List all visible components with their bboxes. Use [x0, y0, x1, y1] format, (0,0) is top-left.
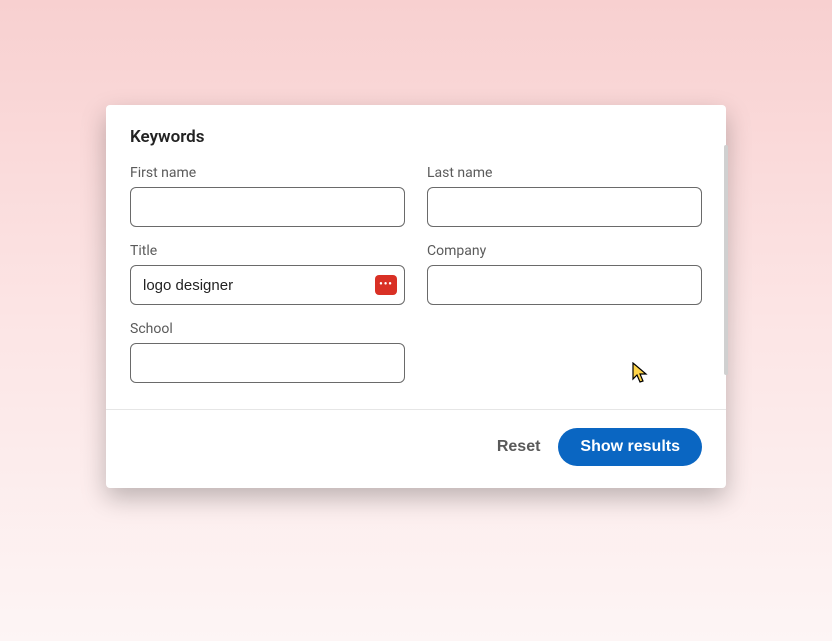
show-results-button[interactable]: Show results: [558, 428, 702, 466]
first-name-field: First name: [130, 165, 405, 227]
company-field: Company: [427, 243, 702, 305]
last-name-input[interactable]: [427, 187, 702, 227]
title-label: Title: [130, 243, 405, 259]
scrollbar[interactable]: [724, 145, 728, 375]
reset-button[interactable]: Reset: [497, 438, 541, 456]
company-input[interactable]: [427, 265, 702, 305]
school-label: School: [130, 321, 405, 337]
first-name-input[interactable]: [130, 187, 405, 227]
title-input-wrapper: •••: [130, 265, 405, 305]
title-field: Title •••: [130, 243, 405, 305]
last-name-field: Last name: [427, 165, 702, 227]
fields-grid: First name Last name Title ••• Company S…: [130, 165, 702, 383]
last-name-label: Last name: [427, 165, 702, 181]
school-input[interactable]: [130, 343, 405, 383]
title-input[interactable]: [130, 265, 405, 305]
empty-cell: [427, 321, 702, 383]
keywords-content: Keywords First name Last name Title ••• …: [106, 105, 726, 409]
section-title: Keywords: [130, 127, 702, 147]
company-label: Company: [427, 243, 702, 259]
footer-actions: Reset Show results: [106, 409, 726, 488]
extension-icon[interactable]: •••: [375, 275, 397, 295]
first-name-label: First name: [130, 165, 405, 181]
keywords-card: Keywords First name Last name Title ••• …: [106, 105, 726, 488]
school-field: School: [130, 321, 405, 383]
